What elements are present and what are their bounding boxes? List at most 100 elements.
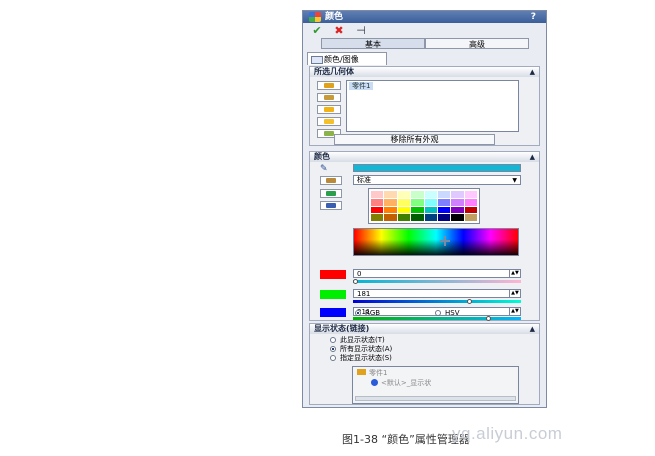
eyedropper-icon[interactable]: ✎ [320,164,328,174]
palette-swatch[interactable] [397,214,411,221]
palette-swatch[interactable] [464,214,477,221]
palette-swatch[interactable] [451,214,464,221]
green-value: 181 [357,290,371,298]
specify-display-state-radio[interactable]: 指定显示状态(S) [330,354,392,362]
palette-swatch[interactable] [371,191,384,198]
tab-color-image-label: 颜色/图像 [324,55,359,64]
tab-color-image[interactable]: 颜色/图像 [307,52,387,65]
palette-swatch[interactable] [411,191,424,198]
palette-swatch[interactable] [464,191,477,198]
color-palette [368,188,480,224]
palette-swatch[interactable] [384,206,397,214]
palette-swatch[interactable] [451,191,464,198]
collapse-icon[interactable]: ▲ [530,324,535,334]
palette-swatch[interactable] [371,206,384,214]
hsv-mode-radio[interactable]: HSV [435,309,460,317]
color-spectrum[interactable] [353,228,519,256]
collapse-icon[interactable]: ▲ [530,67,535,77]
cancel-button[interactable]: ✖ [331,25,347,37]
hsv-label: HSV [445,309,460,317]
radio-icon [330,346,336,352]
filter-parts-button[interactable] [317,81,341,90]
this-display-state-label: 此显示状态(T) [340,336,385,344]
palette-swatch[interactable] [397,206,411,214]
all-display-states-radio[interactable]: 所有显示状态(A) [330,345,392,353]
filter-faces-button[interactable] [317,105,341,114]
list-item[interactable]: <默认>_显示状 [381,378,431,388]
display-state-header[interactable]: 显示状态(链接) ▲ [310,324,539,334]
tab-advanced[interactable]: 高级 [425,38,529,49]
collapse-icon[interactable]: ▲ [530,152,535,162]
title-bar: 颜色 ? [303,11,546,23]
palette-swatch[interactable] [464,206,477,214]
palette-swatch[interactable] [411,206,424,214]
color-header[interactable]: 颜色 ▲ [310,152,539,162]
color-property-manager: 颜色 ? ✔ ✖ ⊣ 基本 高级 颜色/图像 所选几何体 ▲ 零件1 移除所有外… [302,10,547,408]
part-filter-icon [324,83,334,88]
red-value-input[interactable]: 0 ▲▼ [353,269,521,278]
selected-geometry-list[interactable]: 零件1 [346,80,519,132]
color-group: 颜色 ▲ ✎ 标准 ▼ 0 ▲▼ 181 ▲▼ 211 ▲▼ [309,151,540,321]
red-slider[interactable] [353,279,521,284]
palette-swatch[interactable] [424,198,437,206]
green-spinner[interactable]: ▲▼ [509,290,520,297]
blue-swatch [320,308,346,317]
palette-swatch[interactable] [437,191,451,198]
palette-swatch[interactable] [424,206,437,214]
rgb-mode-radio[interactable]: RGB [355,309,380,317]
display-state-title: 显示状态(链接) [314,324,370,333]
selected-geometry-header[interactable]: 所选几何体 ▲ [310,67,539,77]
filter-features-button[interactable] [317,117,341,126]
palette-swatch[interactable] [437,198,451,206]
list-item[interactable]: 零件1 [369,368,387,378]
palette-swatch[interactable] [437,206,451,214]
radio-icon [330,337,336,343]
palette-swatch[interactable] [411,198,424,206]
this-display-state-radio[interactable]: 此显示状态(T) [330,336,385,344]
palette-swatch[interactable] [411,214,424,221]
palette-swatch[interactable] [397,191,411,198]
display-state-list[interactable]: 零件1 <默认>_显示状 [352,366,519,404]
selected-geometry-title: 所选几何体 [314,67,354,76]
palette-select-button[interactable] [320,176,342,185]
palette-swatch[interactable] [451,198,464,206]
palette-swatch[interactable] [371,198,384,206]
image-icon [311,56,323,64]
palette-swatch[interactable] [384,191,397,198]
red-slider-thumb[interactable] [353,279,358,284]
palette-swatch[interactable] [384,198,397,206]
palette-swatch[interactable] [397,198,411,206]
all-display-states-label: 所有显示状态(A) [340,345,393,353]
palette-icon [326,178,336,183]
blue-slider[interactable] [353,316,521,321]
mode-tabs: 基本 高级 [321,38,531,50]
tab-basic[interactable]: 基本 [321,38,425,49]
palette-swatch[interactable] [424,214,437,221]
list-item[interactable]: 零件1 [349,82,374,90]
remove-all-appearances-button[interactable]: 移除所有外观 [334,134,495,145]
hsv-radio-icon [435,310,441,316]
blue-slider-thumb[interactable] [485,316,491,321]
body-filter-icon [324,95,334,100]
palette-swatch[interactable] [437,214,451,221]
ok-button[interactable]: ✔ [309,25,325,37]
palette-swatch[interactable] [451,206,464,214]
help-button[interactable]: ? [531,11,536,23]
red-spinner[interactable]: ▲▼ [509,270,520,277]
horizontal-scrollbar[interactable] [355,396,516,401]
palette-swatch[interactable] [371,214,384,221]
green-value-input[interactable]: 181 ▲▼ [353,289,521,298]
figure-caption: 图1-38 “颜色”属性管理器 [342,433,470,446]
blue-spinner[interactable]: ▲▼ [509,308,520,315]
pin-button[interactable]: ⊣ [353,25,369,37]
green-slider-thumb[interactable] [466,299,472,304]
green-slider[interactable] [353,299,521,304]
palette-dropdown[interactable]: 标准 ▼ [353,175,521,185]
palette-swatch[interactable] [424,191,437,198]
palette-swatch[interactable] [464,198,477,206]
filter-bodies-button[interactable] [317,93,341,102]
palette-swatch[interactable] [384,214,397,221]
remove-swatch-button[interactable] [320,201,342,210]
chevron-down-icon: ▼ [512,177,517,184]
add-swatch-button[interactable] [320,189,342,198]
